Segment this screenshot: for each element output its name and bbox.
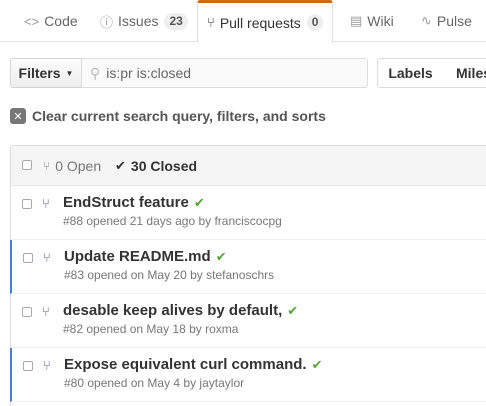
- list-item[interactable]: ⑂ Update README.md ✔ #83 opened on May 2…: [10, 240, 486, 294]
- pr-title-link[interactable]: desable keep alives by default,: [63, 302, 282, 319]
- pull-request-list: ⑂ 0 Open ✔ 30 Closed ⑂ EndStruct feature…: [10, 145, 486, 406]
- check-success-icon[interactable]: ✔: [312, 357, 323, 373]
- pr-meta: #83 opened on May 20 by stefanoschrs: [64, 268, 275, 282]
- tab-pulls-label: Pull requests: [219, 14, 301, 31]
- list-header: ⑂ 0 Open ✔ 30 Closed: [11, 146, 486, 186]
- tab-pulse[interactable]: ∿ Pulse: [421, 0, 472, 42]
- book-icon: ▤: [350, 13, 363, 28]
- select-all-checkbox[interactable]: [22, 160, 32, 170]
- pr-meta: #88 opened 21 days ago by franciscocpg: [63, 214, 282, 228]
- closed-pull-request-icon: ⑂: [43, 358, 51, 373]
- tab-wiki[interactable]: ▤ Wiki: [350, 0, 394, 42]
- pr-meta: #80 opened on May 4 by jaytaylor: [64, 376, 245, 390]
- tab-wiki-label: Wiki: [367, 13, 394, 29]
- repo-nav-tabs: <> Code ⓘ Issues 23 ⑂ Pull requests 0 ▤ …: [0, 0, 486, 43]
- closed-pull-request-icon: ⑂: [43, 250, 51, 265]
- closed-count-label: 30 Closed: [130, 158, 198, 174]
- closed-filter-link[interactable]: ✔ 30 Closed: [115, 158, 197, 174]
- list-item[interactable]: ⑂ EndStruct feature ✔ #88 opened 21 days…: [11, 186, 486, 240]
- pull-request-icon: ⑂: [43, 159, 51, 173]
- open-filter-link[interactable]: ⑂ 0 Open: [43, 158, 101, 174]
- issue-icon: ⓘ: [100, 14, 114, 30]
- tab-code-label: Code: [44, 13, 78, 29]
- search-box[interactable]: ⚲: [81, 58, 368, 88]
- clear-query-label: Clear current search query, filters, and…: [32, 108, 326, 124]
- labels-button[interactable]: Labels: [377, 58, 444, 88]
- clear-query-link[interactable]: ✕ Clear current search query, filters, a…: [10, 107, 326, 125]
- pr-meta: #82 opened on May 18 by roxma: [63, 322, 239, 336]
- closed-pull-request-icon: ⑂: [42, 196, 50, 211]
- pulse-icon: ∿: [421, 13, 432, 28]
- row-checkbox[interactable]: [22, 199, 32, 209]
- labels-label: Labels: [388, 65, 433, 81]
- row-checkbox[interactable]: [22, 307, 32, 317]
- search-input[interactable]: [106, 65, 357, 81]
- close-icon: ✕: [10, 108, 26, 124]
- pull-request-icon: ⑂: [207, 15, 215, 30]
- closed-pull-request-icon: ⑂: [42, 304, 50, 319]
- tab-issues-label: Issues: [118, 13, 159, 29]
- pulls-count-badge: 0: [306, 14, 324, 31]
- caret-down-icon: ▼: [65, 68, 74, 78]
- check-success-icon[interactable]: ✔: [216, 249, 227, 265]
- check-success-icon[interactable]: ✔: [194, 195, 205, 211]
- check-icon: ✔: [115, 158, 126, 173]
- list-item[interactable]: ⑂ Expose equivalent curl command. ✔ #80 …: [10, 348, 486, 402]
- check-success-icon[interactable]: ✔: [287, 303, 298, 319]
- filters-label: Filters: [18, 65, 61, 81]
- tab-pulse-label: Pulse: [436, 13, 472, 29]
- search-icon: ⚲: [90, 64, 101, 81]
- open-count-label: 0 Open: [55, 158, 102, 174]
- milestones-button[interactable]: Miles: [443, 58, 486, 88]
- pr-title-link[interactable]: Update README.md: [64, 248, 211, 265]
- pr-title-link[interactable]: EndStruct feature: [63, 194, 189, 211]
- tab-issues[interactable]: ⓘ Issues 23: [100, 0, 188, 42]
- filters-dropdown-button[interactable]: Filters ▼: [10, 58, 82, 88]
- row-checkbox[interactable]: [23, 361, 33, 371]
- code-icon: <>: [24, 13, 40, 29]
- list-item[interactable]: ⑂ desable keep alives by default, ✔ #82 …: [11, 294, 486, 348]
- milestones-label: Miles: [456, 65, 486, 81]
- pr-title-link[interactable]: Expose equivalent curl command.: [64, 356, 307, 373]
- issues-count-badge: 23: [164, 12, 188, 30]
- tab-pull-requests[interactable]: ⑂ Pull requests 0: [197, 0, 333, 43]
- tab-code[interactable]: <> Code: [24, 0, 78, 42]
- row-checkbox[interactable]: [23, 253, 33, 263]
